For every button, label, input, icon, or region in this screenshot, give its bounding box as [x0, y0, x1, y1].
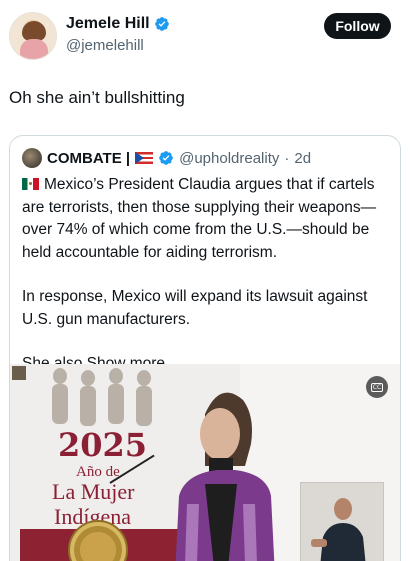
post-text: Oh she ain’t bullshitting	[9, 88, 185, 107]
post-header: Jemele Hill @jemelehill Follow	[0, 0, 410, 72]
author-avatar[interactable]	[9, 12, 57, 60]
puerto-rico-flag-icon	[135, 152, 154, 164]
author-name[interactable]: Jemele Hill	[66, 15, 150, 33]
media-corner-thumbnail	[12, 366, 26, 380]
backdrop-line-2: La Mujer	[52, 479, 135, 504]
follow-button[interactable]: Follow	[324, 13, 391, 39]
quoted-author-avatar[interactable]	[22, 148, 42, 168]
author-handle[interactable]: @jemelehill	[66, 37, 144, 54]
quoted-author-name[interactable]: COMBATE |	[47, 150, 130, 167]
quoted-post[interactable]: COMBATE | @upholdreality · 2d Mexico’s P…	[9, 135, 401, 561]
verified-badge-icon	[159, 151, 173, 165]
avatar-hair	[22, 21, 46, 41]
verified-badge-icon	[154, 17, 169, 31]
backdrop-year: 2025	[58, 426, 148, 464]
author-name-row[interactable]: Jemele Hill	[66, 15, 170, 33]
interpreter-figure	[311, 498, 366, 561]
quoted-video-player[interactable]: 2025 Año de La Mujer Indígena CC	[10, 364, 400, 561]
backdrop-portraits-art	[52, 368, 152, 426]
closed-captions-button[interactable]: CC	[366, 376, 388, 398]
quoted-paragraph-2: In response, Mexico will expand its laws…	[22, 288, 368, 328]
quoted-author-handle[interactable]: @upholdreality	[179, 150, 279, 167]
quoted-paragraph-1: Mexico’s President Claudia argues that i…	[22, 174, 394, 264]
quoted-post-header: COMBATE | @upholdreality · 2d	[22, 148, 311, 168]
speaker-figure	[175, 392, 275, 561]
name-separator: |	[125, 149, 131, 167]
mexico-flag-icon	[22, 178, 39, 190]
closed-captions-icon: CC	[370, 382, 384, 392]
timestamp-dot: ·	[284, 149, 290, 167]
quoted-timestamp[interactable]: 2d	[294, 150, 311, 167]
avatar-body	[20, 39, 48, 59]
sign-language-interpreter-inset	[300, 482, 384, 561]
quoted-author-name-text: COMBATE	[47, 149, 122, 167]
quoted-paragraph-1-text: Mexico’s President Claudia argues that i…	[22, 176, 377, 261]
